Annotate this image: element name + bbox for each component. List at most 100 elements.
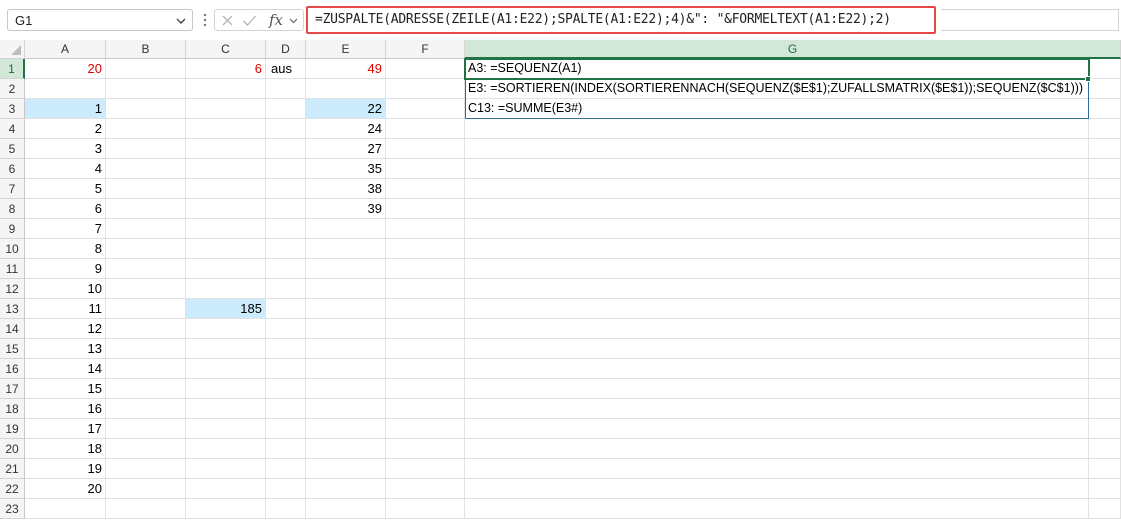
- formula-input[interactable]: =ZUSPALTE(ADRESSE(ZEILE(A1:E22);SPALTE(A…: [306, 6, 936, 34]
- fill-handle[interactable]: [1085, 76, 1091, 82]
- column-header-g[interactable]: G: [465, 40, 1121, 59]
- row-header-15[interactable]: 15: [0, 339, 25, 359]
- row-header-22[interactable]: 22: [0, 479, 25, 499]
- name-box[interactable]: G1: [7, 9, 193, 31]
- cell-e13[interactable]: [306, 299, 386, 319]
- cell-e4[interactable]: 24: [306, 119, 386, 139]
- cell-g13[interactable]: [465, 299, 1089, 319]
- cell-filler[interactable]: [1089, 359, 1121, 379]
- cell-e9[interactable]: [306, 219, 386, 239]
- cell-f11[interactable]: [386, 259, 465, 279]
- cell-b12[interactable]: [106, 279, 186, 299]
- cell-filler[interactable]: [1089, 79, 1121, 99]
- cell-filler[interactable]: [1089, 299, 1121, 319]
- cell-g7[interactable]: [465, 179, 1089, 199]
- row-header-20[interactable]: 20: [0, 439, 25, 459]
- cell-f2[interactable]: [386, 79, 465, 99]
- cell-f16[interactable]: [386, 359, 465, 379]
- column-header-d[interactable]: D: [266, 40, 306, 59]
- cell-filler[interactable]: [1089, 159, 1121, 179]
- cell-e1[interactable]: 49: [306, 59, 386, 79]
- column-header-c[interactable]: C: [186, 40, 266, 59]
- cell-filler[interactable]: [1089, 499, 1121, 519]
- cell-e11[interactable]: [306, 259, 386, 279]
- cell-e14[interactable]: [306, 319, 386, 339]
- cell-g21[interactable]: [465, 459, 1089, 479]
- cell-e20[interactable]: [306, 439, 386, 459]
- cell-c6[interactable]: [186, 159, 266, 179]
- cell-e7[interactable]: 38: [306, 179, 386, 199]
- row-header-4[interactable]: 4: [0, 119, 25, 139]
- cell-c20[interactable]: [186, 439, 266, 459]
- cell-f6[interactable]: [386, 159, 465, 179]
- cell-b6[interactable]: [106, 159, 186, 179]
- cell-e17[interactable]: [306, 379, 386, 399]
- cell-f23[interactable]: [386, 499, 465, 519]
- cell-g16[interactable]: [465, 359, 1089, 379]
- cell-b19[interactable]: [106, 419, 186, 439]
- cell-d14[interactable]: [266, 319, 306, 339]
- cell-filler[interactable]: [1089, 239, 1121, 259]
- cancel-icon[interactable]: [221, 14, 234, 27]
- cell-a19[interactable]: 17: [25, 419, 106, 439]
- cell-d1[interactable]: aus: [266, 59, 306, 79]
- cell-b11[interactable]: [106, 259, 186, 279]
- cell-c1[interactable]: 6: [186, 59, 266, 79]
- row-header-5[interactable]: 5: [0, 139, 25, 159]
- cell-filler[interactable]: [1089, 279, 1121, 299]
- cell-f19[interactable]: [386, 419, 465, 439]
- cell-g22[interactable]: [465, 479, 1089, 499]
- cell-f13[interactable]: [386, 299, 465, 319]
- cell-c11[interactable]: [186, 259, 266, 279]
- row-header-2[interactable]: 2: [0, 79, 25, 99]
- cell-a2[interactable]: [25, 79, 106, 99]
- cell-c8[interactable]: [186, 199, 266, 219]
- cell-a17[interactable]: 15: [25, 379, 106, 399]
- cell-c12[interactable]: [186, 279, 266, 299]
- cell-g9[interactable]: [465, 219, 1089, 239]
- cell-f7[interactable]: [386, 179, 465, 199]
- cell-c17[interactable]: [186, 379, 266, 399]
- cell-g12[interactable]: [465, 279, 1089, 299]
- cell-c13[interactable]: 185: [186, 299, 266, 319]
- cell-a16[interactable]: 14: [25, 359, 106, 379]
- cell-d3[interactable]: [266, 99, 306, 119]
- row-header-19[interactable]: 19: [0, 419, 25, 439]
- cell-e5[interactable]: 27: [306, 139, 386, 159]
- cell-a22[interactable]: 20: [25, 479, 106, 499]
- cell-b13[interactable]: [106, 299, 186, 319]
- cell-c16[interactable]: [186, 359, 266, 379]
- column-header-e[interactable]: E: [306, 40, 386, 59]
- cell-b5[interactable]: [106, 139, 186, 159]
- cell-f3[interactable]: [386, 99, 465, 119]
- row-header-18[interactable]: 18: [0, 399, 25, 419]
- row-header-21[interactable]: 21: [0, 459, 25, 479]
- cell-g6[interactable]: [465, 159, 1089, 179]
- cell-b7[interactable]: [106, 179, 186, 199]
- cell-b2[interactable]: [106, 79, 186, 99]
- cell-c19[interactable]: [186, 419, 266, 439]
- cell-a23[interactable]: [25, 499, 106, 519]
- cell-d19[interactable]: [266, 419, 306, 439]
- row-header-16[interactable]: 16: [0, 359, 25, 379]
- cell-b9[interactable]: [106, 219, 186, 239]
- cell-d22[interactable]: [266, 479, 306, 499]
- cell-d8[interactable]: [266, 199, 306, 219]
- cell-d5[interactable]: [266, 139, 306, 159]
- column-header-f[interactable]: F: [386, 40, 465, 59]
- cell-g19[interactable]: [465, 419, 1089, 439]
- cell-b22[interactable]: [106, 479, 186, 499]
- cell-filler[interactable]: [1089, 399, 1121, 419]
- row-header-12[interactable]: 12: [0, 279, 25, 299]
- cell-a13[interactable]: 11: [25, 299, 106, 319]
- cell-filler[interactable]: [1089, 479, 1121, 499]
- cell-e18[interactable]: [306, 399, 386, 419]
- fx-icon[interactable]: fx: [269, 11, 283, 29]
- cell-filler[interactable]: [1089, 319, 1121, 339]
- cell-f21[interactable]: [386, 459, 465, 479]
- cell-filler[interactable]: [1089, 99, 1121, 119]
- cell-d23[interactable]: [266, 499, 306, 519]
- cell-c7[interactable]: [186, 179, 266, 199]
- row-header-1[interactable]: 1: [0, 59, 25, 79]
- cell-b20[interactable]: [106, 439, 186, 459]
